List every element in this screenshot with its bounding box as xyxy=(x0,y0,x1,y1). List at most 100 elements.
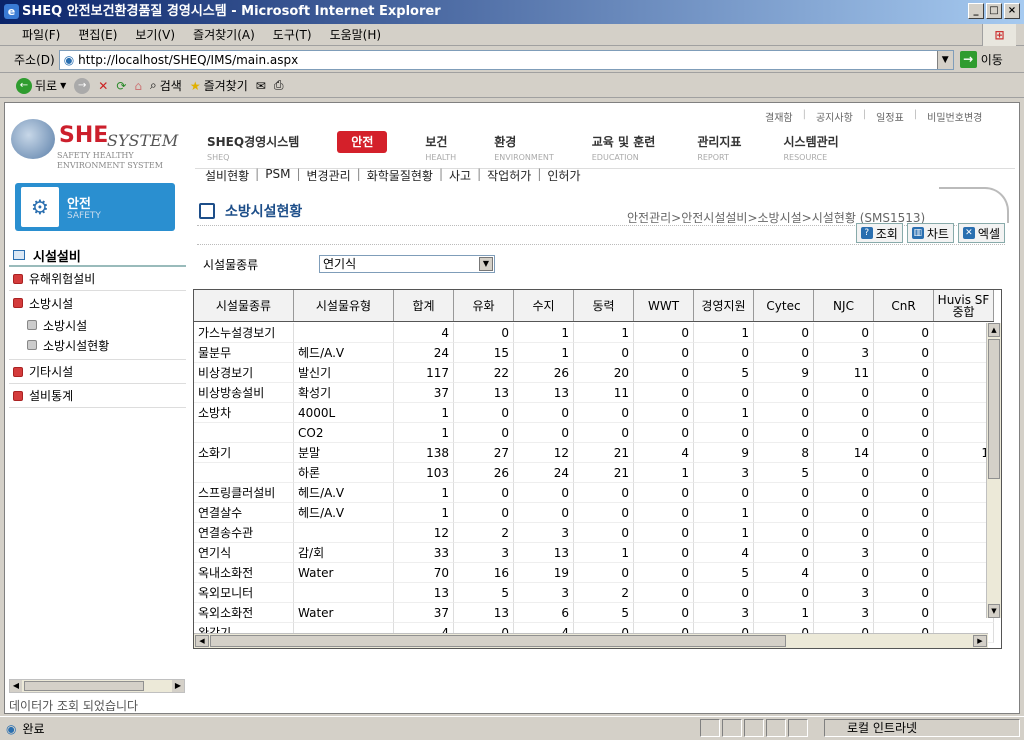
minimize-button[interactable]: _ xyxy=(968,3,984,19)
scroll-right-icon[interactable]: ▶ xyxy=(973,635,987,647)
menu-help[interactable]: 도움말(H) xyxy=(330,26,382,43)
nav-safety[interactable]: 안전 xyxy=(337,131,388,162)
subnav-license[interactable]: 인허가 xyxy=(547,167,580,184)
menu-view[interactable]: 보기(V) xyxy=(135,26,175,43)
nav-education[interactable]: 교육 및 훈련 EDUCATION xyxy=(588,131,660,162)
chart-button[interactable]: ▥ 차트 xyxy=(906,223,954,243)
column-header[interactable]: 시설물유형 xyxy=(294,290,394,321)
back-label: 뒤로 xyxy=(35,79,58,93)
nav-health[interactable]: 보건 HEALTH xyxy=(421,131,456,162)
menu-favorites[interactable]: 즐겨찾기(A) xyxy=(193,26,255,43)
column-header[interactable]: CnR xyxy=(874,290,934,321)
table-cell: 1 xyxy=(574,543,634,563)
column-header[interactable]: NJC xyxy=(814,290,874,321)
scroll-left-icon[interactable]: ◀ xyxy=(10,680,22,692)
table-row[interactable]: 연결살수 헤드/A.V 1 0 0 0 0 1 0 0 0 xyxy=(194,503,994,523)
table-row[interactable]: 연기식 감/회 33 3 13 1 0 4 0 3 0 xyxy=(194,543,994,563)
menu-tools[interactable]: 도구(T) xyxy=(273,26,312,43)
util-schedule[interactable]: 일정표 xyxy=(876,109,904,124)
column-header[interactable]: Huvis SF 중합 xyxy=(934,290,994,321)
mail-icon[interactable]: ✉ xyxy=(256,79,266,93)
facility-type-select[interactable]: 연기식 ▼ xyxy=(319,255,495,273)
sidebar-item-fire[interactable]: 소방시설 xyxy=(9,291,186,315)
sidebar-subitem-fire-status[interactable]: 소방시설현황 xyxy=(9,335,186,355)
chevron-down-icon[interactable]: ▼ xyxy=(479,257,493,271)
util-notice[interactable]: 공지사항 xyxy=(816,109,853,124)
subnav-facility[interactable]: 설비현황 xyxy=(205,167,249,184)
excel-button[interactable]: ✕ 엑셀 xyxy=(957,223,1005,243)
address-input[interactable]: ◉ http://localhost/SHEQ/IMS/main.aspx ▼ xyxy=(58,49,954,70)
nav-report[interactable]: 관리지표 REPORT xyxy=(693,131,745,162)
she-system-logo[interactable]: SHE SYSTEM SAFETY HEALTHY ENVIRONMENT SY… xyxy=(9,115,184,175)
scroll-up-icon[interactable]: ▲ xyxy=(988,323,1000,337)
column-header[interactable]: 시설물종류 xyxy=(194,290,294,321)
column-header[interactable]: 유화 xyxy=(454,290,514,321)
sidebar-item-hazard[interactable]: 유해위험설비 xyxy=(9,267,186,291)
sidebar-subitem-fire-facility[interactable]: 소방시설 xyxy=(9,315,186,335)
table-row[interactable]: 가스누설경보기 4 0 1 1 0 1 0 0 0 xyxy=(194,323,994,343)
nav-resource[interactable]: 시스템관리 RESOURCE xyxy=(779,131,842,162)
logo-subtitle: SAFETY HEALTHY ENVIRONMENT SYSTEM xyxy=(57,151,177,171)
table-cell: 0 xyxy=(694,383,754,403)
subnav-permit[interactable]: 작업허가 xyxy=(487,167,531,184)
go-button[interactable]: → 이동 xyxy=(959,51,1003,68)
table-row[interactable]: 옥내소화전 Water 70 16 19 0 0 5 4 0 0 xyxy=(194,563,994,583)
scroll-thumb[interactable] xyxy=(988,339,1000,479)
sidebar-scrollbar[interactable]: ◀ ▶ xyxy=(9,679,185,693)
search-button[interactable]: ⌕ 검색 xyxy=(150,77,182,94)
table-row[interactable]: 소화기분말1382712214981401 xyxy=(194,443,994,463)
sidebar-item-other[interactable]: 기타시설 xyxy=(9,360,186,384)
menu-edit[interactable]: 편집(E) xyxy=(78,26,117,43)
status-pane xyxy=(744,719,764,737)
scroll-thumb[interactable] xyxy=(24,681,144,691)
table-row[interactable]: 연결송수관 12 2 3 0 0 1 0 0 0 xyxy=(194,523,994,543)
scroll-thumb[interactable] xyxy=(210,635,786,647)
column-header[interactable]: Cytec xyxy=(754,290,814,321)
back-button[interactable]: ← 뒤로 ▼ xyxy=(16,77,66,94)
table-row[interactable]: 비상방송설비 확성기 37 13 13 11 0 0 0 0 0 xyxy=(194,383,994,403)
back-dropdown-icon[interactable]: ▼ xyxy=(60,81,66,90)
column-header[interactable]: WWT xyxy=(634,290,694,321)
home-icon[interactable]: ⌂ xyxy=(134,79,142,93)
util-password[interactable]: 비밀번호변경 xyxy=(927,109,982,124)
table-cell: 27 xyxy=(454,443,514,463)
scroll-right-icon[interactable]: ▶ xyxy=(172,680,184,692)
subnav-psm[interactable]: PSM xyxy=(265,167,290,184)
column-header[interactable]: 경영지원 xyxy=(694,290,754,321)
favorites-button[interactable]: ★ 즐겨찾기 xyxy=(190,77,248,94)
search-query-label: 조회 xyxy=(875,226,898,241)
table-horizontal-scrollbar[interactable]: ◀ ▶ xyxy=(194,633,988,648)
forward-arrow-icon[interactable]: → xyxy=(74,77,91,94)
table-row[interactable]: 물분무 헤드/A.V 24 15 1 0 0 0 0 3 0 xyxy=(194,343,994,363)
nav-environment[interactable]: 환경 ENVIRONMENT xyxy=(490,131,554,162)
refresh-icon[interactable]: ⟳ xyxy=(116,79,126,93)
stop-icon[interactable]: ✕ xyxy=(98,79,108,93)
table-row[interactable]: 하론 103 26 24 21 1 3 5 0 0 xyxy=(194,463,994,483)
maximize-button[interactable]: □ xyxy=(986,3,1002,19)
subnav-accident[interactable]: 사고 xyxy=(449,167,471,184)
address-dropdown-icon[interactable]: ▼ xyxy=(936,50,953,69)
scroll-left-icon[interactable]: ◀ xyxy=(195,635,209,647)
logo-system: SYSTEM xyxy=(107,131,179,150)
print-icon[interactable]: ⎙ xyxy=(274,78,284,93)
table-row[interactable]: 옥외소화전 Water 37 13 6 5 0 3 1 3 0 xyxy=(194,603,994,623)
scroll-down-icon[interactable]: ▼ xyxy=(988,604,1000,618)
column-header[interactable]: 수지 xyxy=(514,290,574,321)
table-vertical-scrollbar[interactable]: ▲ ▼ xyxy=(986,323,1001,618)
table-row[interactable]: 소방차 4000L 1 0 0 0 0 1 0 0 0 xyxy=(194,403,994,423)
menu-file[interactable]: 파일(F) xyxy=(22,26,60,43)
table-row[interactable]: 스프링클러설비 헤드/A.V 1 0 0 0 0 0 0 0 0 xyxy=(194,483,994,503)
nav-sheq[interactable]: SHEQ경영시스템 SHEQ xyxy=(203,131,303,162)
column-header[interactable]: 동력 xyxy=(574,290,634,321)
table-row[interactable]: 비상경보기 발신기 117 22 26 20 0 5 9 11 0 xyxy=(194,363,994,383)
column-header[interactable]: 합계 xyxy=(394,290,454,321)
search-query-button[interactable]: ? 조회 xyxy=(855,223,903,243)
table-row[interactable]: CO2 1 0 0 0 0 0 0 0 0 xyxy=(194,423,994,443)
subnav-change[interactable]: 변경관리 xyxy=(306,167,350,184)
sidebar-item-stats[interactable]: 설비통계 xyxy=(9,384,186,408)
subnav-chemical[interactable]: 화학물질현황 xyxy=(367,167,433,184)
util-approval[interactable]: 결재함 xyxy=(765,109,793,124)
close-button[interactable]: × xyxy=(1004,3,1020,19)
table-cell: 3 xyxy=(814,543,874,563)
table-row[interactable]: 옥외모니터 13 5 3 2 0 0 0 3 0 xyxy=(194,583,994,603)
